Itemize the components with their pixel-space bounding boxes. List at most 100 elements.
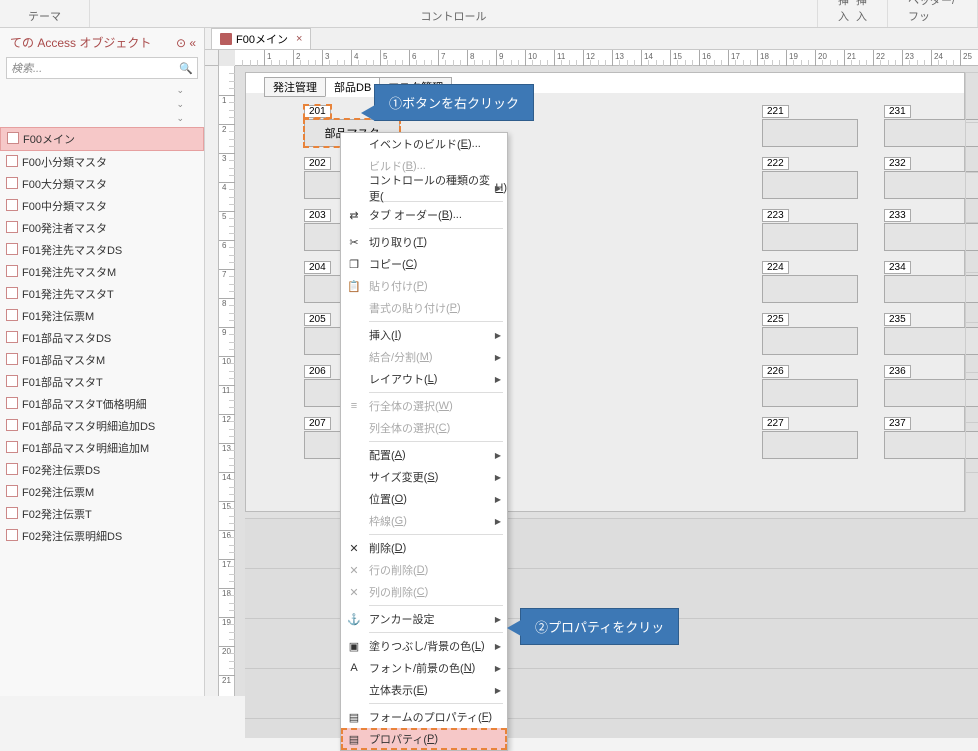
control-button[interactable] bbox=[762, 171, 858, 199]
row-selector-bar[interactable] bbox=[205, 66, 219, 696]
nav-group-collapse[interactable]: ⌄ bbox=[0, 113, 204, 127]
control-label[interactable]: 223 bbox=[762, 209, 789, 222]
nav-item[interactable]: F01部品マスタ明細追加M bbox=[0, 437, 204, 459]
control-label[interactable]: 204 bbox=[304, 261, 331, 274]
context-menu-item[interactable]: Aフォント/前景の色(N)▶ bbox=[341, 657, 507, 679]
nav-header[interactable]: ての Access オブジェクト ⊙ « bbox=[0, 28, 204, 55]
document-tab[interactable]: F00メイン × bbox=[211, 28, 311, 49]
nav-item[interactable]: F02発注伝票DS bbox=[0, 459, 204, 481]
control-slot[interactable]: 234 bbox=[884, 261, 978, 303]
vertical-ruler[interactable]: 123456789101112131415161718192021 bbox=[219, 66, 235, 696]
control-slot[interactable]: 221 bbox=[762, 105, 858, 147]
control-slot[interactable]: 225 bbox=[762, 313, 858, 355]
navigation-pane[interactable]: ての Access オブジェクト ⊙ « 検索... 🔍 ⌄ ⌄ ⌄ F00メイ… bbox=[0, 28, 205, 696]
control-label[interactable]: 222 bbox=[762, 157, 789, 170]
control-button[interactable] bbox=[762, 327, 858, 355]
control-label[interactable]: 227 bbox=[762, 417, 789, 430]
control-button[interactable] bbox=[884, 223, 978, 251]
close-icon[interactable]: × bbox=[296, 33, 302, 45]
control-slot[interactable]: 235 bbox=[884, 313, 978, 355]
control-label[interactable]: 202 bbox=[304, 157, 331, 170]
control-label[interactable]: 207 bbox=[304, 417, 331, 430]
nav-item[interactable]: F01部品マスタ明細追加DS bbox=[0, 415, 204, 437]
context-menu-item[interactable]: ✕削除(D) bbox=[341, 537, 507, 559]
control-label[interactable]: 201 bbox=[304, 105, 331, 118]
nav-search[interactable]: 検索... 🔍 bbox=[6, 57, 198, 79]
control-slot[interactable]: 223 bbox=[762, 209, 858, 251]
context-menu-item[interactable]: ▤フォームのプロパティ(F) bbox=[341, 706, 507, 728]
nav-item[interactable]: F01発注先マスタDS bbox=[0, 239, 204, 261]
control-slot[interactable]: 237 bbox=[884, 417, 978, 459]
nav-group-collapse[interactable]: ⌄ bbox=[0, 85, 204, 99]
control-label[interactable]: 237 bbox=[884, 417, 911, 430]
control-button[interactable] bbox=[884, 171, 978, 199]
control-label[interactable]: 232 bbox=[884, 157, 911, 170]
search-icon[interactable]: 🔍 bbox=[179, 62, 193, 75]
control-button[interactable] bbox=[762, 119, 858, 147]
control-label[interactable]: 205 bbox=[304, 313, 331, 326]
control-label[interactable]: 225 bbox=[762, 313, 789, 326]
control-label[interactable]: 226 bbox=[762, 365, 789, 378]
nav-item[interactable]: F00メイン bbox=[0, 127, 204, 151]
control-slot[interactable]: 227 bbox=[762, 417, 858, 459]
control-slot[interactable]: 233 bbox=[884, 209, 978, 251]
nav-collapse-icon[interactable]: ⊙ « bbox=[176, 36, 196, 50]
control-slot[interactable]: 232 bbox=[884, 157, 978, 199]
control-button[interactable] bbox=[884, 119, 978, 147]
nav-item[interactable]: F00中分類マスタ bbox=[0, 195, 204, 217]
control-slot[interactable]: 236 bbox=[884, 365, 978, 407]
control-button[interactable] bbox=[762, 223, 858, 251]
control-label[interactable]: 234 bbox=[884, 261, 911, 274]
nav-item[interactable]: F00大分類マスタ bbox=[0, 173, 204, 195]
horizontal-ruler[interactable]: 1234567891011121314151617181920212223242… bbox=[235, 50, 978, 66]
control-label[interactable]: 231 bbox=[884, 105, 911, 118]
form-selector[interactable] bbox=[205, 50, 219, 66]
control-button[interactable] bbox=[884, 327, 978, 355]
context-menu-item[interactable]: ▣塗りつぶし/背景の色(L)▶ bbox=[341, 635, 507, 657]
nav-item[interactable]: F00小分類マスタ bbox=[0, 151, 204, 173]
context-menu-item[interactable]: 配置(A)▶ bbox=[341, 444, 507, 466]
context-menu-item[interactable]: レイアウト(L)▶ bbox=[341, 368, 507, 390]
control-button[interactable] bbox=[762, 275, 858, 303]
control-label[interactable]: 221 bbox=[762, 105, 789, 118]
control-button[interactable] bbox=[762, 379, 858, 407]
control-label[interactable]: 206 bbox=[304, 365, 331, 378]
control-slot[interactable]: 222 bbox=[762, 157, 858, 199]
control-label[interactable]: 235 bbox=[884, 313, 911, 326]
context-menu-item[interactable]: ⇄タブ オーダー(B)... bbox=[341, 204, 507, 226]
context-menu-item[interactable]: ▤プロパティ(P) bbox=[341, 728, 507, 750]
nav-item[interactable]: F01部品マスタT bbox=[0, 371, 204, 393]
nav-item[interactable]: F02発注伝票T bbox=[0, 503, 204, 525]
control-button[interactable] bbox=[762, 431, 858, 459]
context-menu-item[interactable]: イベントのビルド(E)... bbox=[341, 133, 507, 155]
nav-group-collapse[interactable]: ⌄ bbox=[0, 99, 204, 113]
context-menu[interactable]: イベントのビルド(E)...ビルド(B)...コントロールの種類の変更(H)▶⇄… bbox=[340, 132, 508, 751]
control-slot[interactable]: 226 bbox=[762, 365, 858, 407]
context-menu-item[interactable]: サイズ変更(S)▶ bbox=[341, 466, 507, 488]
context-menu-item[interactable]: 挿入(I)▶ bbox=[341, 324, 507, 346]
control-button[interactable] bbox=[884, 379, 978, 407]
control-button[interactable] bbox=[884, 275, 978, 303]
nav-item[interactable]: F01部品マスタDS bbox=[0, 327, 204, 349]
control-slot[interactable]: 231 bbox=[884, 105, 978, 147]
context-menu-item[interactable]: ❐コピー(C) bbox=[341, 253, 507, 275]
nav-item[interactable]: F01部品マスタM bbox=[0, 349, 204, 371]
control-label[interactable]: 233 bbox=[884, 209, 911, 222]
context-menu-item[interactable]: ✂切り取り(T) bbox=[341, 231, 507, 253]
context-menu-item[interactable]: コントロールの種類の変更(H)▶ bbox=[341, 177, 507, 199]
nav-item[interactable]: F02発注伝票明細DS bbox=[0, 525, 204, 547]
context-menu-item[interactable]: ⚓アンカー設定▶ bbox=[341, 608, 507, 630]
nav-item[interactable]: F02発注伝票M bbox=[0, 481, 204, 503]
inner-tab[interactable]: 発注管理 bbox=[264, 77, 326, 97]
control-button[interactable] bbox=[884, 431, 978, 459]
nav-item[interactable]: F01発注先マスタT bbox=[0, 283, 204, 305]
nav-item[interactable]: F01発注先マスタM bbox=[0, 261, 204, 283]
control-slot[interactable]: 224 bbox=[762, 261, 858, 303]
nav-item[interactable]: F00発注者マスタ bbox=[0, 217, 204, 239]
control-label[interactable]: 236 bbox=[884, 365, 911, 378]
context-menu-item[interactable]: 立体表示(E)▶ bbox=[341, 679, 507, 701]
control-label[interactable]: 224 bbox=[762, 261, 789, 274]
control-label[interactable]: 203 bbox=[304, 209, 331, 222]
context-menu-item[interactable]: 位置(O)▶ bbox=[341, 488, 507, 510]
nav-item[interactable]: F01発注伝票M bbox=[0, 305, 204, 327]
